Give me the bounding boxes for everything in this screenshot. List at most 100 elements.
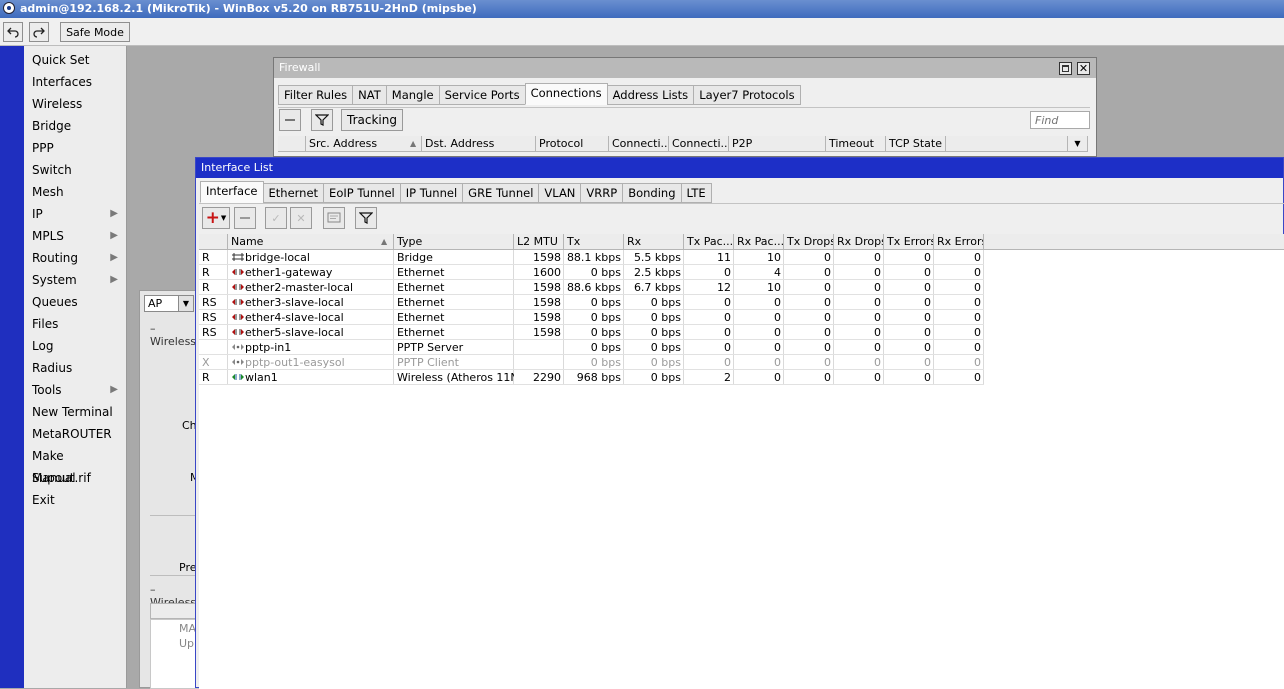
column-header-l2mtu[interactable]: L2 MTU [514, 234, 564, 250]
tab-eoip-tunnel[interactable]: EoIP Tunnel [323, 183, 401, 203]
menu-item-make-supout-rif[interactable]: Make Supout.rif [32, 445, 122, 485]
disable-button[interactable]: ✕ [290, 207, 312, 229]
mode-dropdown-icon[interactable]: ▼ [178, 295, 194, 312]
tab-nat[interactable]: NAT [352, 85, 387, 105]
column-header-rx-errors[interactable]: Rx Errors [934, 234, 984, 250]
column-header-tx-drops[interactable]: Tx Drops [784, 234, 834, 250]
column-header-tx[interactable]: Tx [564, 234, 624, 250]
cell-fragment: MA [179, 622, 197, 635]
table-row[interactable]: pptp-in1 PPTP Server 0 bps 0 bps 0 0 0 0 0 0 [199, 340, 1283, 355]
table-row[interactable]: Rwlan1 Wireless (Atheros 11N) 2290 968 bps 0… [199, 370, 1283, 385]
tab-interface[interactable]: Interface [200, 181, 264, 203]
menu-item-radius[interactable]: Radius [32, 357, 122, 379]
menu-item-metarouter[interactable]: MetaROUTER [32, 423, 122, 445]
cell-value: 0 bps [650, 326, 681, 339]
menu-item-bridge[interactable]: Bridge [32, 115, 122, 137]
remove-button[interactable] [234, 207, 256, 229]
column-header-blank[interactable] [984, 234, 1284, 250]
filter-button[interactable] [355, 207, 377, 229]
undo-button[interactable] [3, 22, 23, 42]
tab-mangle[interactable]: Mangle [385, 85, 440, 105]
tab-service-ports[interactable]: Service Ports [438, 85, 526, 105]
firewall-title-bar[interactable]: Firewall [274, 58, 1096, 78]
tab-vrrp[interactable]: VRRP [580, 183, 624, 203]
filter-button[interactable] [311, 109, 333, 131]
menu-item-mpls[interactable]: MPLS ▶ [32, 225, 122, 247]
cell-value: ether3-slave-local [245, 296, 344, 309]
column-header[interactable]: Protocol [536, 136, 609, 152]
menu-item-ip[interactable]: IP ▶ [32, 203, 122, 225]
menu-item-manual[interactable]: Manual [32, 467, 122, 489]
column-header-flags[interactable] [199, 234, 228, 250]
column-header-rx[interactable]: Rx [624, 234, 684, 250]
redo-button[interactable] [29, 22, 49, 42]
tab-lte[interactable]: LTE [680, 183, 712, 203]
column-header-rx-drops[interactable]: Rx Drops [834, 234, 884, 250]
remove-button[interactable] [279, 109, 301, 131]
column-header-tx-packets[interactable]: Tx Pac... [684, 234, 734, 250]
tab-filter-rules[interactable]: Filter Rules [278, 85, 354, 105]
cell-value: 0 [924, 296, 931, 309]
column-header-tx-errors[interactable]: Tx Errors [884, 234, 934, 250]
menu-item-quick-set[interactable]: Quick Set [32, 49, 122, 71]
tab-gre-tunnel[interactable]: GRE Tunnel [462, 183, 540, 203]
column-header-rx-packets[interactable]: Rx Pac... [734, 234, 784, 250]
menu-item-files[interactable]: Files [32, 313, 122, 335]
interface-list-title-bar[interactable]: Interface List [196, 158, 1283, 178]
cell-mtu: 1598 [514, 250, 564, 265]
cell-value: 0 [824, 311, 831, 324]
tab-address-lists[interactable]: Address Lists [606, 85, 695, 105]
column-header[interactable]: P2P [729, 136, 826, 152]
table-row[interactable]: RS ether3-slave-local Ethernet 1598 0 bps 0 b… [199, 295, 1283, 310]
table-row[interactable]: Xpptp-out1-easysol PPTP Client 0 bps 0 bps 0… [199, 355, 1283, 370]
table-row[interactable]: Rbridge-local Bridge 1598 88.1 kbps 5.5 kbps… [199, 250, 1283, 265]
tab-connections[interactable]: Connections [524, 83, 608, 105]
menu-item-log[interactable]: Log [32, 335, 122, 357]
table-row[interactable]: Rether2-master-local Ethernet 1598 88.6 kbp… [199, 280, 1283, 295]
cell-flag [199, 340, 228, 355]
menu-item-exit[interactable]: Exit [32, 489, 122, 511]
interface-list-window[interactable]: Interface List Interface Ethernet EoIP Tun… [195, 157, 1284, 689]
menu-item-wireless[interactable]: Wireless [32, 93, 122, 115]
safe-mode-button[interactable]: Safe Mode [60, 22, 130, 42]
menu-item-tools[interactable]: Tools ▶ [32, 379, 122, 401]
menu-item-ppp[interactable]: PPP [32, 137, 122, 159]
close-button[interactable]: ✕ [1077, 62, 1090, 75]
column-header-blank[interactable] [946, 136, 1068, 152]
tab-ethernet[interactable]: Ethernet [262, 183, 325, 203]
column-header[interactable]: Src. Address [306, 136, 422, 152]
menu-item-mesh[interactable]: Mesh [32, 181, 122, 203]
column-header[interactable]: Dst. Address [422, 136, 536, 152]
mode-select[interactable]: AP [144, 295, 180, 312]
column-header[interactable]: TCP State [886, 136, 946, 152]
firewall-window[interactable]: Firewall ✕ Filter Rules NAT Mangle Service … [273, 57, 1097, 157]
cell-rxe: 0 [934, 370, 984, 385]
find-input[interactable] [1030, 111, 1090, 129]
column-chooser-icon[interactable]: ▼ [1068, 136, 1088, 152]
column-header[interactable]: Timeout [826, 136, 886, 152]
tab-layer7-protocols[interactable]: Layer7 Protocols [693, 85, 801, 105]
add-button[interactable]: + ▼ [202, 207, 230, 229]
column-header-type[interactable]: Type [394, 234, 514, 250]
column-header-name[interactable]: Name [228, 234, 394, 250]
comment-button[interactable] [323, 207, 345, 229]
enable-button[interactable]: ✓ [265, 207, 287, 229]
menu-item-system[interactable]: System ▶ [32, 269, 122, 291]
menu-item-queues[interactable]: Queues [32, 291, 122, 313]
tab-ip-tunnel[interactable]: IP Tunnel [399, 183, 464, 203]
tab-vlan[interactable]: VLAN [538, 183, 582, 203]
table-row[interactable]: Rether1-gateway Ethernet 1600 0 bps 2.5 kbps… [199, 265, 1283, 280]
menu-item-switch[interactable]: Switch [32, 159, 122, 181]
tracking-button[interactable]: Tracking [341, 109, 403, 131]
column-header[interactable]: Connecti... [609, 136, 669, 152]
cell-flag: RS [199, 310, 228, 325]
maximize-button[interactable] [1059, 62, 1072, 75]
menu-item-new-terminal[interactable]: New Terminal [32, 401, 122, 423]
menu-item-interfaces[interactable]: Interfaces [32, 71, 122, 93]
tab-bonding[interactable]: Bonding [622, 183, 682, 203]
table-row[interactable]: RS ether5-slave-local Ethernet 1598 0 bps 0 b… [199, 325, 1283, 340]
column-header[interactable]: Connecti... [669, 136, 729, 152]
menu-item-routing[interactable]: Routing ▶ [32, 247, 122, 269]
column-header-blank[interactable] [278, 136, 306, 152]
table-row[interactable]: RS ether4-slave-local Ethernet 1598 0 bps 0 b… [199, 310, 1283, 325]
